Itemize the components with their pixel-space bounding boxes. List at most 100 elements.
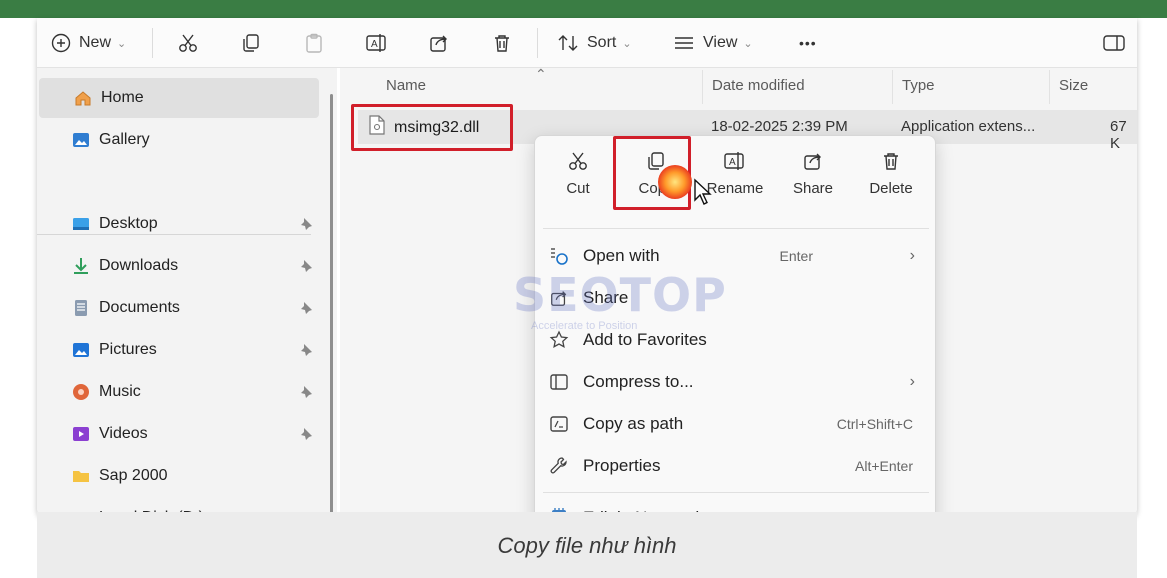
file-explorer-window: New ⌄ A Sort ⌄ View ⌄ ••• Home Gallery D… (37, 18, 1137, 518)
pin-icon (299, 385, 313, 404)
menu-item-shortcut: Enter (779, 248, 813, 264)
chevron-right-icon: › (909, 247, 915, 264)
share-toolbar-button[interactable] (428, 28, 450, 58)
sidebar-item-label: Downloads (99, 257, 179, 274)
open-with-icon (547, 246, 571, 266)
menu-item-label: Properties (583, 456, 661, 475)
chevron-down-icon: ⌄ (117, 37, 127, 50)
more-icon: ••• (799, 35, 817, 51)
column-divider (702, 70, 703, 104)
file-type: Application extens... (901, 118, 1036, 135)
column-header-size[interactable]: Size (1059, 77, 1088, 94)
zip-icon (547, 372, 571, 392)
svg-text:A: A (729, 157, 736, 168)
pictures-icon (71, 340, 91, 360)
sidebar-item-pictures[interactable]: Pictures (37, 330, 319, 370)
rename-icon: A (366, 34, 386, 52)
mouse-cursor-icon (694, 178, 712, 205)
clipboard-icon (306, 33, 322, 53)
trash-icon (856, 148, 926, 174)
menu-item-add-to-favorites[interactable]: Add to Favorites (547, 322, 927, 358)
context-share-button[interactable]: Share (778, 148, 848, 208)
view-button-label: View (703, 34, 738, 51)
sidebar-item-label: Desktop (99, 215, 158, 232)
more-options-button[interactable]: ••• (799, 28, 817, 58)
pin-icon (299, 427, 313, 446)
view-list-icon (675, 37, 693, 49)
delete-label: Delete (869, 180, 913, 197)
menu-item-copy-as-path[interactable]: Copy as path Ctrl+Shift+C (547, 406, 927, 442)
sort-button-label: Sort (587, 34, 617, 51)
sidebar-item-desktop[interactable]: Desktop (37, 204, 319, 244)
rename-toolbar-button[interactable]: A (365, 28, 389, 58)
new-button-label: New (79, 34, 112, 51)
sidebar-item-label: Gallery (99, 131, 150, 148)
sidebar-item-home[interactable]: Home (39, 78, 319, 118)
toolbar-divider (152, 28, 153, 58)
image-caption: Copy file như hình (497, 533, 677, 558)
menu-divider (543, 492, 929, 493)
context-cut-button[interactable]: Cut (543, 148, 613, 208)
column-header-name[interactable]: Name (386, 77, 426, 94)
cut-label: Cut (566, 180, 590, 197)
toolbar-divider (537, 28, 538, 58)
column-divider (892, 70, 893, 104)
sidebar-item-documents[interactable]: Documents (37, 288, 319, 328)
share-icon (430, 35, 447, 52)
sidebar-item-sap-2000[interactable]: Sap 2000 (37, 456, 319, 496)
menu-divider (543, 228, 929, 229)
chevron-right-icon: › (909, 373, 915, 390)
context-menu: Cut Copy A Rename Share Delete Open with… (534, 135, 936, 518)
pin-icon (299, 301, 313, 320)
svg-text:A: A (371, 39, 378, 50)
star-icon (547, 330, 571, 350)
sidebar-item-music[interactable]: Music (37, 372, 319, 412)
scissors-icon (543, 148, 613, 174)
pin-icon (299, 217, 313, 236)
details-pane-button[interactable] (1103, 28, 1125, 58)
sidebar-item-downloads[interactable]: Downloads (37, 246, 319, 286)
menu-item-label: Share (583, 288, 629, 307)
new-button[interactable]: New ⌄ (51, 28, 126, 58)
column-header-date-modified[interactable]: Date modified (712, 77, 805, 94)
page-top-bar (0, 0, 1167, 18)
delete-toolbar-button[interactable] (491, 28, 513, 58)
command-bar: New ⌄ A Sort ⌄ View ⌄ ••• (37, 18, 1137, 68)
sidebar-item-label: Videos (99, 425, 148, 442)
context-delete-button[interactable]: Delete (856, 148, 926, 208)
menu-item-compress-to[interactable]: Compress to... › (547, 364, 927, 400)
home-icon (73, 88, 93, 108)
sidebar-item-gallery[interactable]: Gallery (37, 120, 319, 160)
menu-item-share[interactable]: Share (547, 280, 927, 316)
menu-item-label: Add to Favorites (583, 330, 707, 349)
scissors-icon (179, 34, 197, 52)
sidebar-scrollbar[interactable] (330, 94, 333, 514)
details-pane-icon (1103, 35, 1125, 51)
sidebar-item-label: Documents (99, 299, 180, 316)
pin-icon (299, 343, 313, 362)
view-button[interactable]: View ⌄ (673, 28, 753, 58)
file-size: 67 K (1110, 118, 1127, 152)
paste-toolbar-button[interactable] (303, 28, 325, 58)
sidebar-item-videos[interactable]: Videos (37, 414, 319, 454)
plus-circle-icon (51, 33, 71, 53)
menu-item-open-with[interactable]: Open with Enter › (547, 238, 927, 274)
copy-icon (243, 34, 259, 52)
cut-toolbar-button[interactable] (177, 28, 199, 58)
copy-toolbar-button[interactable] (240, 28, 262, 58)
sort-icon (558, 35, 578, 51)
menu-item-properties[interactable]: Properties Alt+Enter (547, 448, 927, 484)
file-highlight-box (351, 104, 513, 151)
sidebar-item-label: Sap 2000 (99, 467, 168, 484)
menu-item-shortcut: Ctrl+Shift+C (836, 416, 913, 432)
share-icon (547, 288, 571, 308)
videos-icon (71, 424, 91, 444)
column-divider (1049, 70, 1050, 104)
folder-icon (71, 466, 91, 486)
menu-item-label: Copy as path (583, 414, 684, 433)
sidebar-item-label: Pictures (99, 341, 157, 358)
menu-item-label: Open with (583, 246, 660, 265)
column-header-type[interactable]: Type (902, 77, 935, 94)
download-icon (71, 256, 91, 276)
sort-button[interactable]: Sort ⌄ (557, 28, 632, 58)
